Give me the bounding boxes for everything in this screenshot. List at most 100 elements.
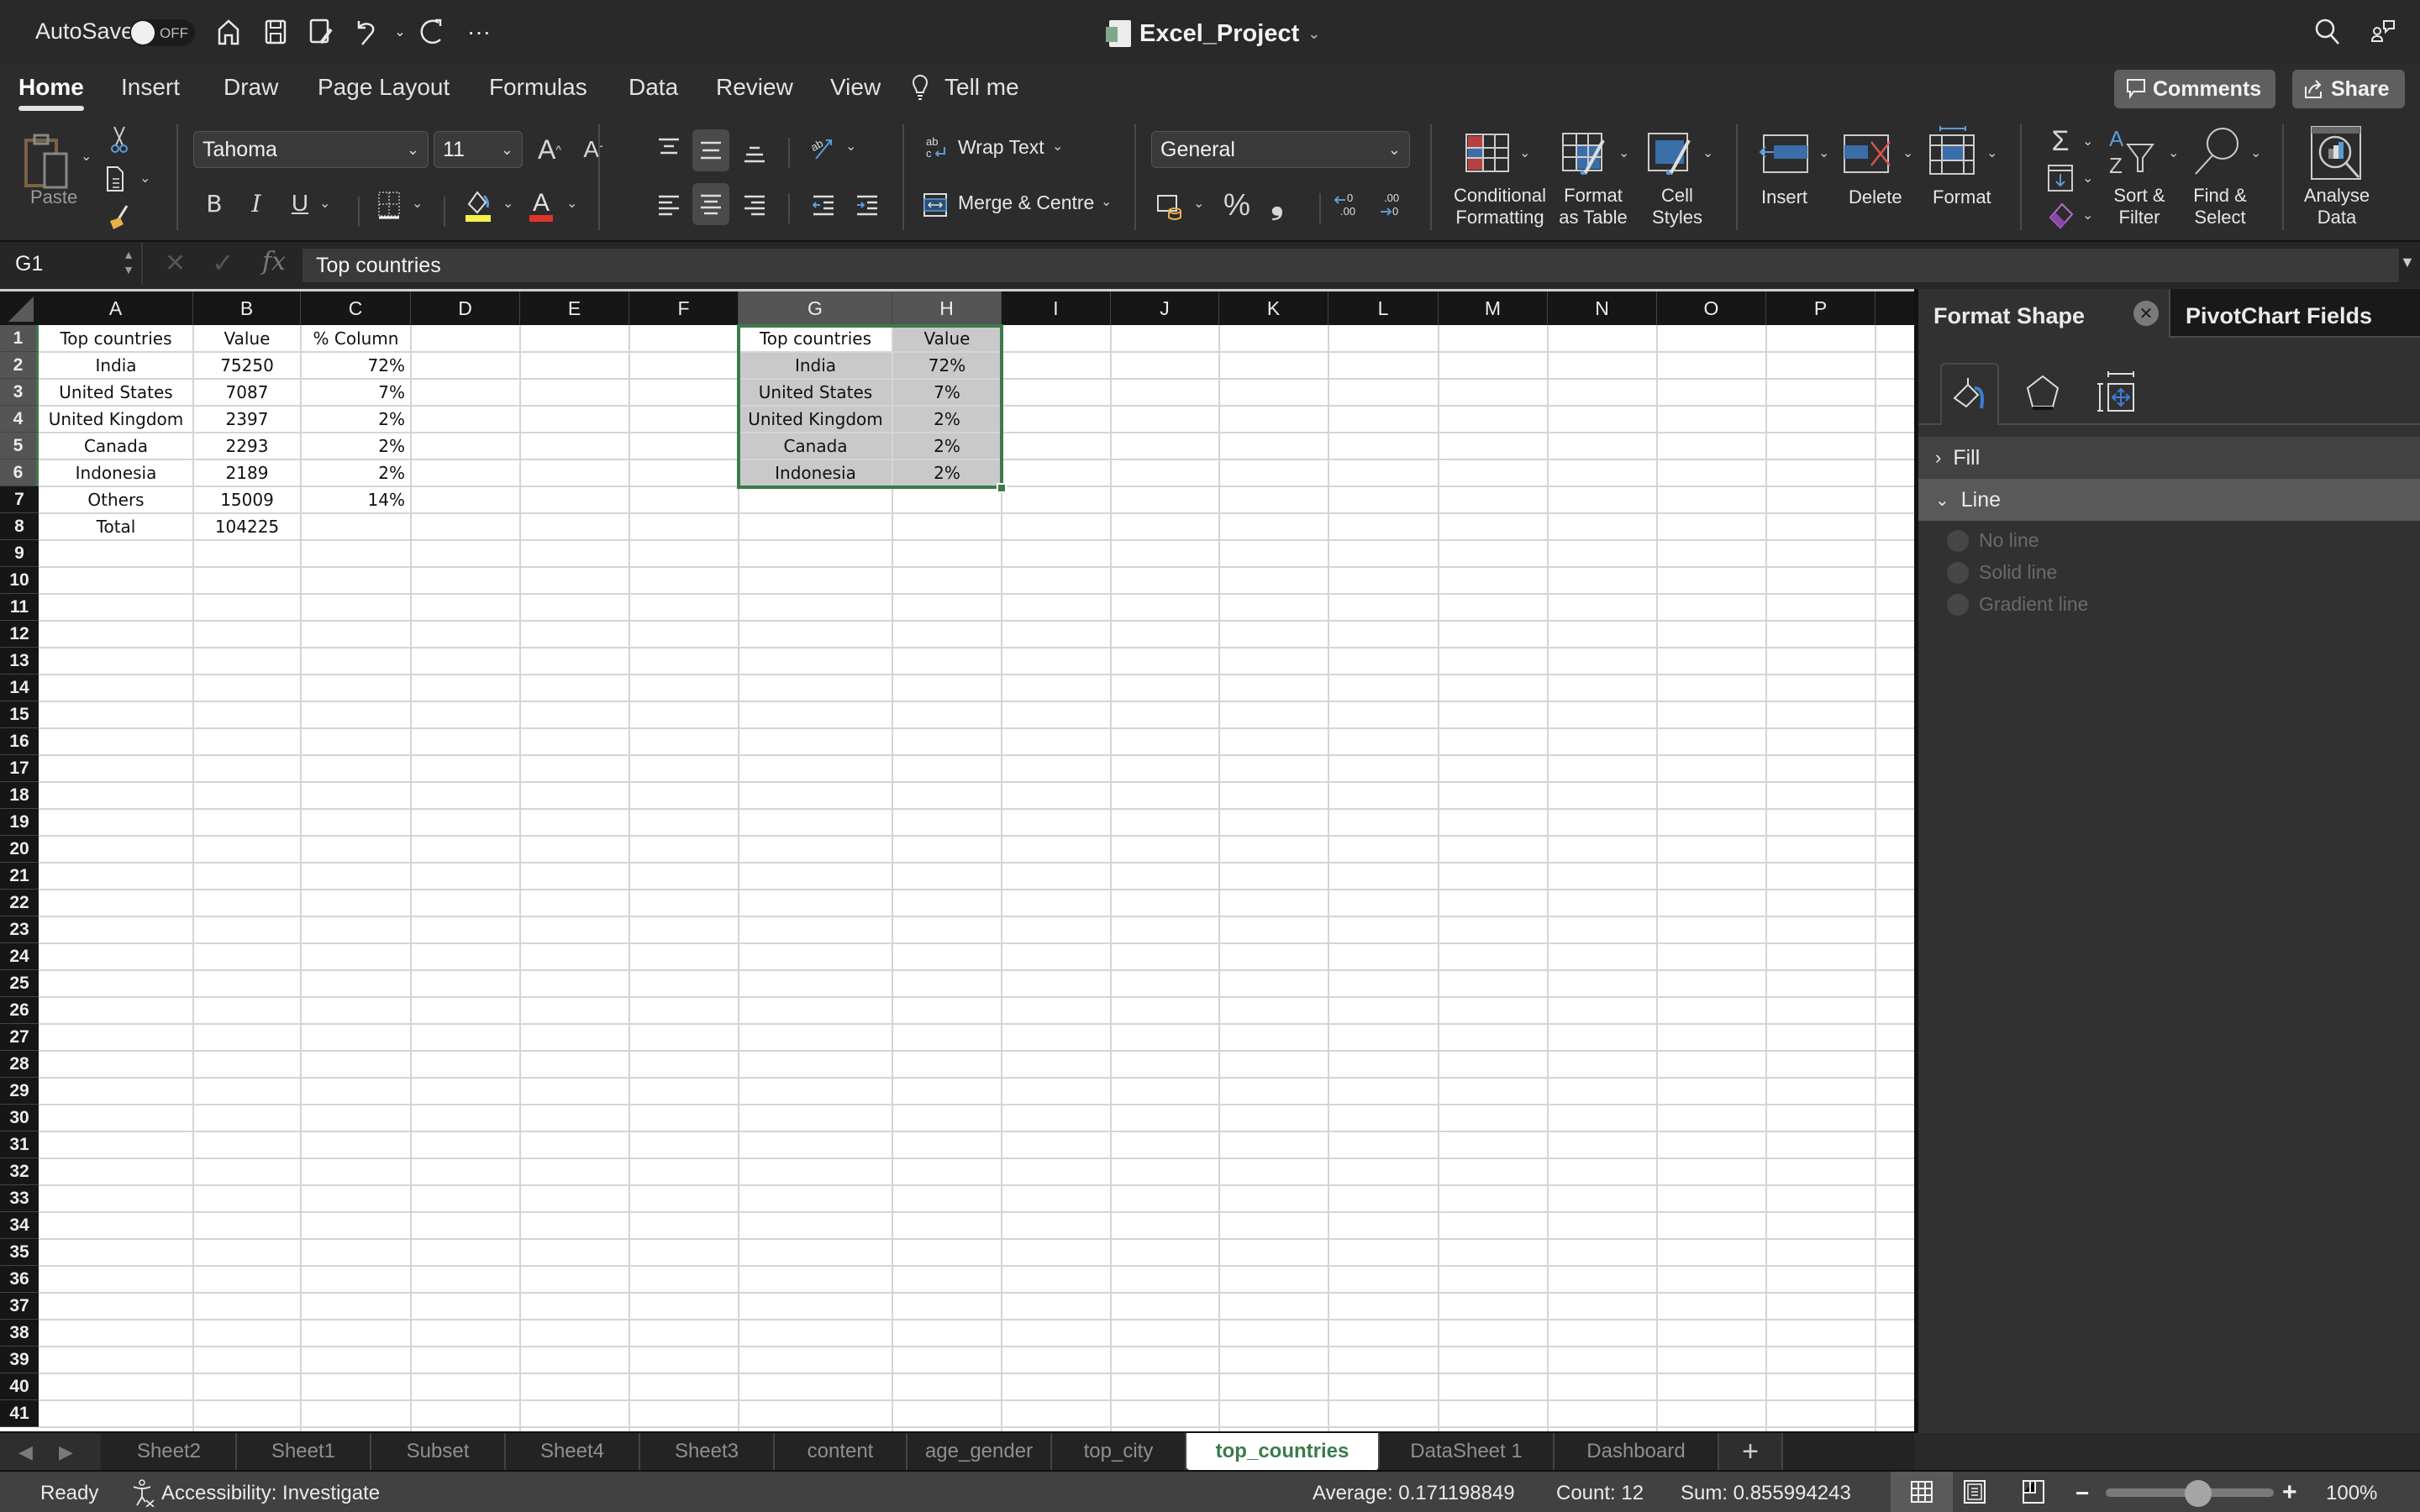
formula-input[interactable]: Top countries <box>302 249 2399 282</box>
wrap-text-button[interactable]: Wrap Text <box>958 136 1044 158</box>
align-left-icon[interactable] <box>650 186 687 223</box>
row-header-9[interactable]: 9 <box>0 540 39 567</box>
underline-dropdown-icon[interactable]: ⌄ <box>319 195 330 212</box>
merge-centre-dropdown-icon[interactable]: ⌄ <box>1101 193 1112 210</box>
cell-b8[interactable]: 104225 <box>194 514 300 539</box>
column-header-i[interactable]: I <box>1002 291 1111 325</box>
conditional-formatting-dropdown-icon[interactable]: ⌄ <box>1519 144 1530 161</box>
insert-dropdown-icon[interactable]: ⌄ <box>1818 144 1829 161</box>
cell-styles-icon[interactable] <box>1645 131 1696 178</box>
cell-c5[interactable]: 2% <box>302 433 410 459</box>
number-format-select[interactable]: General ⌄ <box>1151 131 1410 168</box>
column-header-p[interactable]: P <box>1766 291 1876 325</box>
row-header-5[interactable]: 5 <box>0 433 39 459</box>
sheet-tab-top-countries[interactable]: top_countries <box>1186 1433 1380 1470</box>
sheet-tab-age-gender[interactable]: age_gender <box>908 1433 1052 1470</box>
row-header-37[interactable]: 37 <box>0 1293 39 1320</box>
comments-button[interactable]: Comments <box>2114 70 2275 108</box>
analyse-data-icon[interactable] <box>2307 124 2365 183</box>
column-header-l[interactable]: L <box>1328 291 1439 325</box>
sheet-tab-sheet3[interactable]: Sheet3 <box>640 1433 775 1470</box>
row-header-16[interactable]: 16 <box>0 728 39 755</box>
accessibility-status[interactable]: Accessibility: Investigate <box>161 1482 380 1505</box>
cell-b3[interactable]: 7087 <box>194 380 300 405</box>
italic-button[interactable]: I <box>244 186 269 220</box>
fill-line-tab-icon[interactable] <box>1940 363 1999 425</box>
cell-b7[interactable]: 15009 <box>194 487 300 512</box>
fill-handle[interactable] <box>997 483 1007 493</box>
cell-a6[interactable]: Indonesia <box>39 460 192 486</box>
sheet-tab-dashboard[interactable]: Dashboard <box>1555 1433 1719 1470</box>
tab-view[interactable]: View <box>830 74 881 101</box>
row-header-38[interactable]: 38 <box>0 1320 39 1347</box>
row-header-13[interactable]: 13 <box>0 648 39 675</box>
fill-down-icon[interactable] <box>2045 161 2075 195</box>
wrap-text-icon[interactable]: ab c <box>923 133 951 163</box>
cell-c8[interactable] <box>302 514 410 539</box>
delete-cells-icon[interactable] <box>1842 131 1896 176</box>
row-header-41[interactable]: 41 <box>0 1400 39 1427</box>
font-color-icon[interactable]: A <box>526 186 556 223</box>
cell-b5[interactable]: 2293 <box>194 433 300 459</box>
row-header-40[interactable]: 40 <box>0 1373 39 1400</box>
sheet-tab-sheet2[interactable]: Sheet2 <box>103 1433 237 1470</box>
sort-filter-label[interactable]: Sort & Filter <box>2106 185 2173 228</box>
decrease-indent-icon[interactable] <box>805 186 842 223</box>
row-header-30[interactable]: 30 <box>0 1105 39 1131</box>
column-header-d[interactable]: D <box>411 291 520 325</box>
cell-styles-dropdown-icon[interactable]: ⌄ <box>1702 144 1713 161</box>
comma-style-button[interactable]: ❟ <box>1262 185 1292 222</box>
cell-a1[interactable]: Top countries <box>39 326 192 351</box>
row-header-11[interactable]: 11 <box>0 594 39 621</box>
row-header-32[interactable]: 32 <box>0 1158 39 1185</box>
search-icon[interactable] <box>2312 17 2343 47</box>
cell-b6[interactable]: 2189 <box>194 460 300 486</box>
column-header-c[interactable]: C <box>301 291 411 325</box>
column-header-o[interactable]: O <box>1657 291 1766 325</box>
gradient-line-option[interactable]: Gradient line <box>1947 593 2088 616</box>
find-select-dropdown-icon[interactable]: ⌄ <box>2250 144 2261 161</box>
column-header-n[interactable]: N <box>1548 291 1657 325</box>
align-middle-icon[interactable] <box>692 129 729 171</box>
percent-style-button[interactable]: % <box>1220 186 1254 223</box>
format-as-table-icon[interactable] <box>1560 131 1610 178</box>
autosave-toggle[interactable]: OFF <box>129 19 195 46</box>
tab-formulas[interactable]: Formulas <box>489 74 587 101</box>
cell-c3[interactable]: 7% <box>302 380 410 405</box>
row-header-21[interactable]: 21 <box>0 863 39 890</box>
zoom-level[interactable]: 100% <box>2326 1482 2377 1505</box>
selection-range[interactable] <box>737 324 1003 489</box>
page-layout-view-button[interactable] <box>1951 1472 1998 1512</box>
fill-section-header[interactable]: › Fill <box>1918 437 2420 479</box>
row-header-27[interactable]: 27 <box>0 1024 39 1051</box>
next-sheet-icon[interactable]: ▶ <box>59 1441 73 1463</box>
column-header-f[interactable]: F <box>629 291 739 325</box>
worksheet-grid[interactable]: ABCDEFGHIJKLMNOP 1 2 3 4 5 6 7 8 9 10 11 12 13 14 15 16… <box>0 289 1914 1431</box>
cell-c7[interactable]: 14% <box>302 487 410 512</box>
increase-indent-icon[interactable] <box>849 186 886 223</box>
redo-icon[interactable] <box>418 17 449 47</box>
expand-formula-bar-icon[interactable]: ▼ <box>2400 254 2415 271</box>
row-header-14[interactable]: 14 <box>0 675 39 701</box>
cell-c1[interactable]: % Column <box>302 326 410 351</box>
row-header-34[interactable]: 34 <box>0 1212 39 1239</box>
zoom-in-icon[interactable]: + <box>2282 1478 2297 1507</box>
row-header-29[interactable]: 29 <box>0 1078 39 1105</box>
cell-a4[interactable]: United Kingdom <box>39 407 192 432</box>
add-sheet-button[interactable]: + <box>1719 1433 1783 1470</box>
fill-down-dropdown-icon[interactable]: ⌄ <box>2082 170 2093 186</box>
save-icon[interactable] <box>260 17 291 47</box>
conditional-formatting-icon[interactable] <box>1462 131 1512 175</box>
row-header-35[interactable]: 35 <box>0 1239 39 1266</box>
row-header-17[interactable]: 17 <box>0 755 39 782</box>
column-header-partial[interactable] <box>1876 291 1914 325</box>
column-header-a[interactable]: A <box>39 291 193 325</box>
sort-filter-dropdown-icon[interactable]: ⌄ <box>2168 144 2179 161</box>
home-icon[interactable] <box>213 17 244 47</box>
decrease-decimal-icon[interactable]: .00 0 <box>1375 186 1408 223</box>
borders-dropdown-icon[interactable]: ⌄ <box>412 195 423 212</box>
radio-button[interactable] <box>1947 529 1969 552</box>
find-select-label[interactable]: Find & Select <box>2186 185 2254 228</box>
row-header-1[interactable]: 1 <box>0 325 39 352</box>
enter-formula-icon[interactable]: ✓ <box>212 247 234 279</box>
